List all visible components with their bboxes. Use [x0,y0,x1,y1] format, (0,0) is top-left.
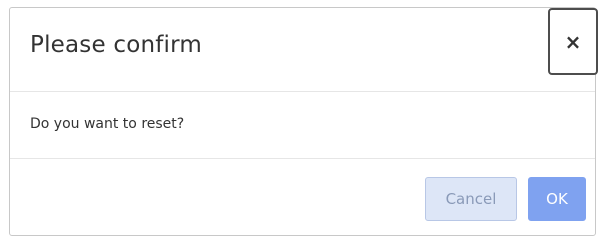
close-icon: × [564,29,582,54]
dialog-body: Do you want to reset? [10,92,595,159]
dialog-message: Do you want to reset? [30,116,185,132]
ok-button[interactable]: OK [528,177,586,221]
close-button[interactable]: × [548,8,598,75]
confirm-dialog: Please confirm × Do you want to reset? C… [9,7,598,236]
cancel-button[interactable]: Cancel [425,177,517,221]
dialog-header: Please confirm × [10,8,598,92]
dialog-title: Please confirm [30,32,202,58]
dialog-footer: Cancel OK [10,159,595,235]
